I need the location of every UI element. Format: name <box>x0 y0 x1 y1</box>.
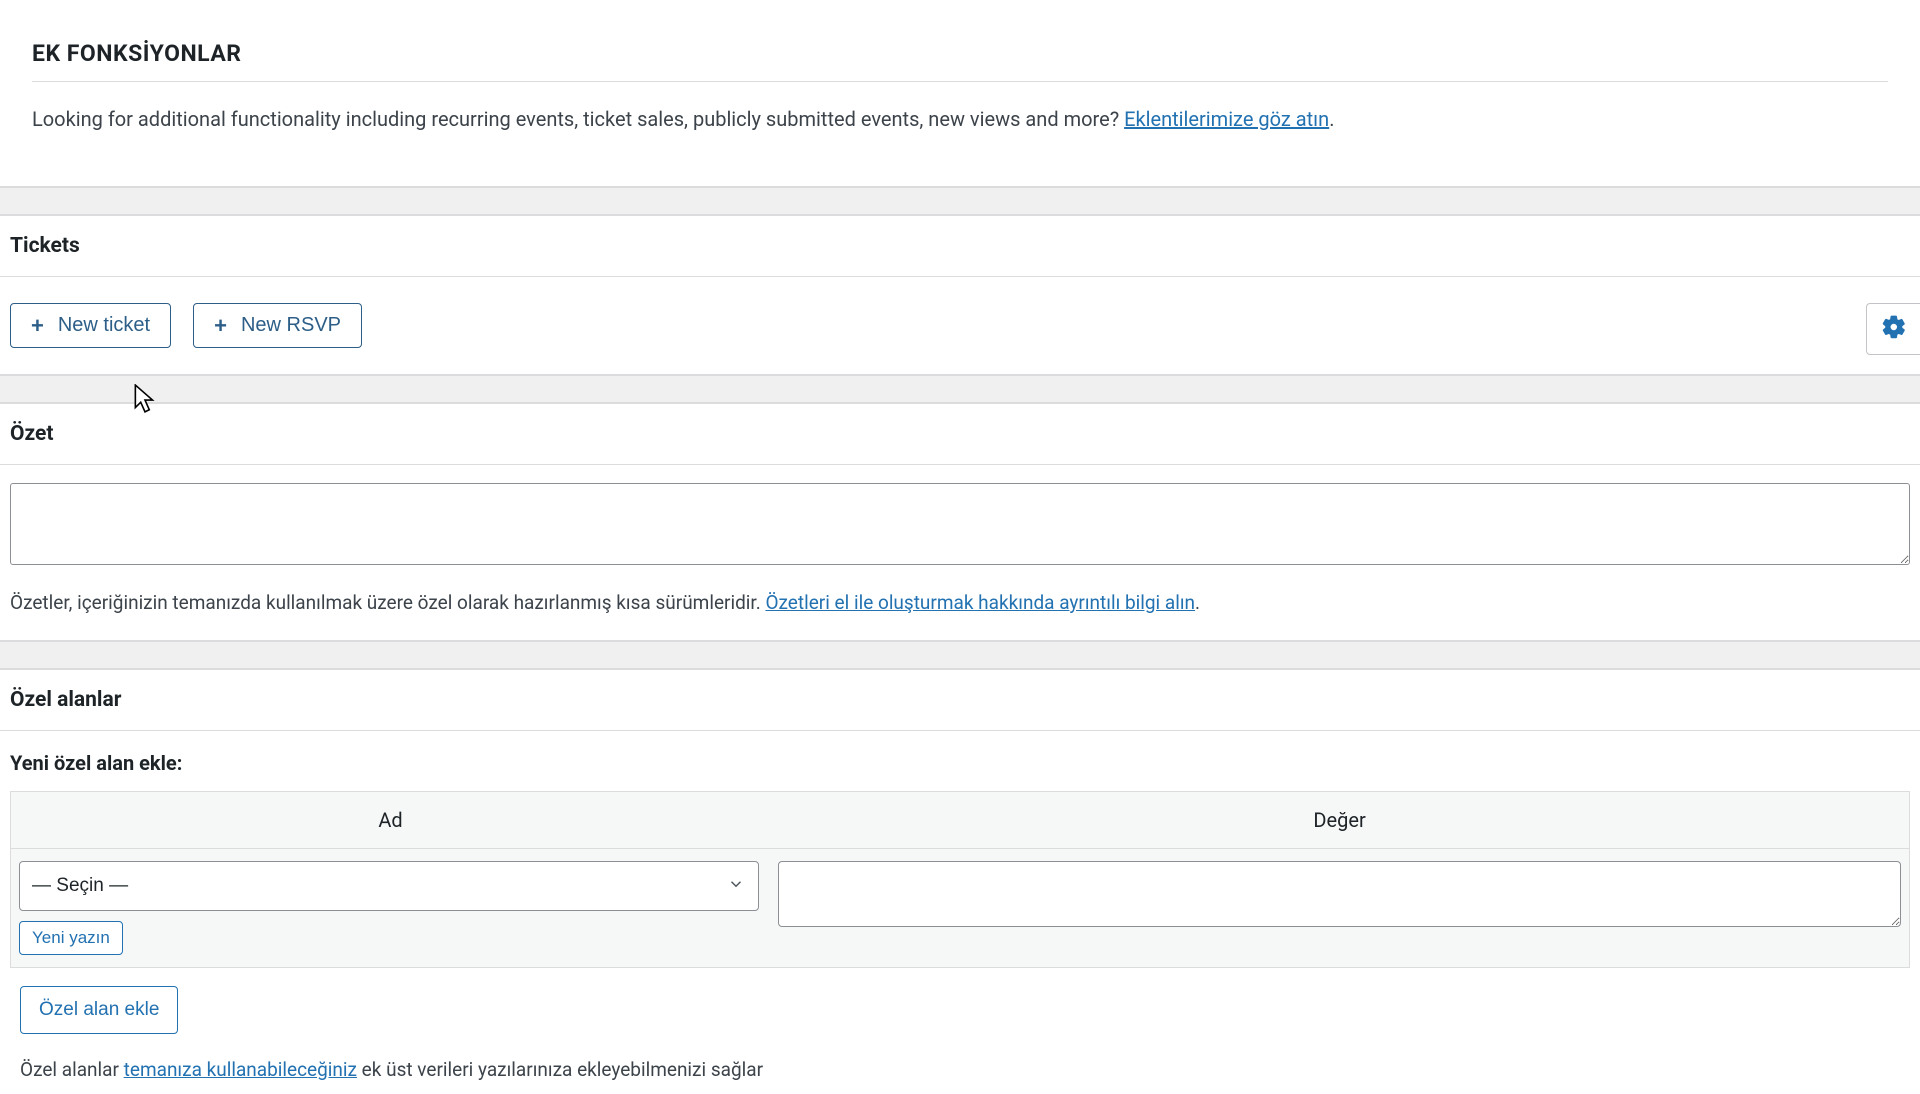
ozel-panel-header: Özel alanlar <box>0 669 1920 731</box>
addons-description: Looking for additional functionality inc… <box>32 104 1888 134</box>
cf-col-name: Ad <box>11 791 771 848</box>
ozet-panel-body: Özetler, içeriğinizin temanızda kullanıl… <box>0 465 1920 641</box>
cf-name-cell: — Seçin — Yeni yazın <box>11 848 771 967</box>
ozel-bottom-before: Özel alanlar <box>20 1058 124 1081</box>
excerpt-input[interactable] <box>10 483 1910 565</box>
new-rsvp-button[interactable]: + New RSVP <box>193 303 362 348</box>
cf-col-value: Değer <box>770 791 1909 848</box>
cf-value-input[interactable] <box>778 861 1901 927</box>
ozel-bottom-after: ek üst verileri yazılarınıza ekleyebilme… <box>357 1058 763 1081</box>
add-custom-field-button[interactable]: Özel alan ekle <box>20 986 178 1034</box>
plus-icon: + <box>214 315 227 337</box>
new-rsvp-label: New RSVP <box>241 314 341 337</box>
tickets-panel-header: Tickets <box>0 215 1920 277</box>
ozet-desc-text: Özetler, içeriğinizin temanızda kullanıl… <box>10 591 765 614</box>
tickets-panel-body: + New ticket + New RSVP <box>0 277 1920 375</box>
divider <box>0 375 1920 403</box>
enter-new-button[interactable]: Yeni yazın <box>19 921 123 955</box>
addons-section: EK FONKSİYONLAR Looking for additional f… <box>0 0 1920 187</box>
gear-icon <box>1881 314 1907 344</box>
ozel-panel-body: Yeni özel alan ekle: Ad Değer — Seçin — <box>0 731 1920 1094</box>
custom-fields-table: Ad Değer — Seçin — Yeni yazın <box>10 791 1910 968</box>
cf-name-select[interactable]: — Seçin — <box>19 861 759 911</box>
new-ticket-label: New ticket <box>58 314 150 337</box>
ozet-panel-header: Özet <box>0 403 1920 465</box>
ozel-sublabel: Yeni özel alan ekle: <box>10 751 1910 775</box>
ozel-bottom-link[interactable]: temanıza kullanabileceğiniz <box>124 1058 357 1081</box>
divider <box>0 641 1920 669</box>
ozel-bottom-desc: Özel alanlar temanıza kullanabileceğiniz… <box>10 1034 1910 1085</box>
plus-icon: + <box>31 315 44 337</box>
ozet-desc-link[interactable]: Özetleri el ile oluşturmak hakkında ayrı… <box>765 591 1195 614</box>
divider <box>0 187 1920 215</box>
ozet-description: Özetler, içeriğinizin temanızda kullanıl… <box>10 589 1910 618</box>
new-ticket-button[interactable]: + New ticket <box>10 303 171 348</box>
ticket-settings-button[interactable] <box>1866 303 1920 355</box>
addons-desc-text: Looking for additional functionality inc… <box>32 107 1124 131</box>
addons-link[interactable]: Eklentilerimize göz atın <box>1124 107 1329 131</box>
addons-period: . <box>1329 107 1334 131</box>
cf-value-cell <box>770 848 1909 967</box>
cf-select-wrap: — Seçin — <box>19 861 759 911</box>
addons-title: EK FONKSİYONLAR <box>32 40 1888 82</box>
ozet-desc-period: . <box>1195 591 1200 614</box>
